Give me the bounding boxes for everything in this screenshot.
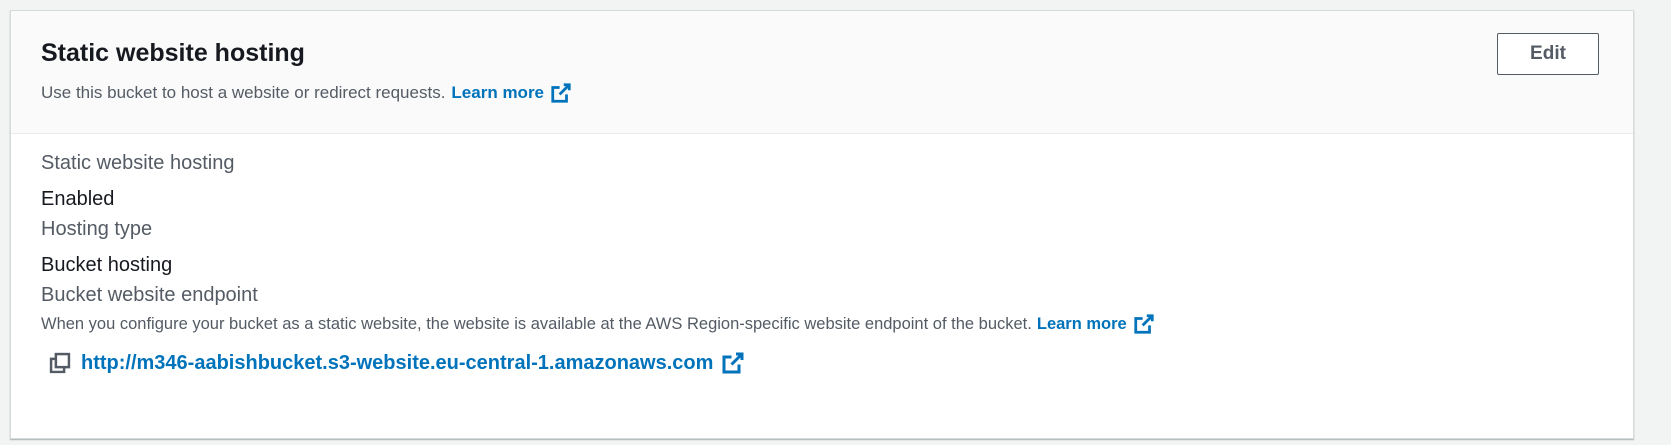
hosting-status-value: Enabled [41, 188, 115, 210]
endpoint-url-row: http://m346-aabishbucket.s3-website.eu-c… [49, 351, 745, 375]
section-description-row: Use this bucket to host a website or red… [41, 82, 572, 104]
external-link-icon [1134, 314, 1154, 334]
endpoint-label: Bucket website endpoint [41, 284, 258, 306]
endpoint-description-row: When you configure your bucket as a stat… [41, 313, 1155, 335]
hosting-status-label: Static website hosting [41, 152, 235, 174]
endpoint-learn-more-link[interactable]: Learn more [1037, 313, 1155, 335]
static-website-hosting-panel: Static website hosting Use this bucket t… [10, 10, 1634, 439]
edit-button[interactable]: Edit [1497, 33, 1599, 75]
external-link-icon [722, 352, 744, 374]
external-link-icon [551, 83, 571, 103]
hosting-type-value: Bucket hosting [41, 254, 173, 276]
copy-icon[interactable] [49, 352, 71, 374]
section-description: Use this bucket to host a website or red… [41, 83, 446, 102]
endpoint-description: When you configure your bucket as a stat… [41, 314, 1032, 333]
endpoint-url: http://m346-aabishbucket.s3-website.eu-c… [81, 351, 714, 374]
endpoint-url-link[interactable]: http://m346-aabishbucket.s3-website.eu-c… [81, 351, 745, 375]
hosting-type-label: Hosting type [41, 218, 153, 240]
panel-header: Static website hosting Use this bucket t… [11, 11, 1633, 134]
learn-more-link[interactable]: Learn more [451, 82, 572, 104]
section-title: Static website hosting [41, 39, 305, 67]
endpoint-learn-more-label: Learn more [1036, 314, 1127, 333]
learn-more-label: Learn more [451, 83, 545, 102]
